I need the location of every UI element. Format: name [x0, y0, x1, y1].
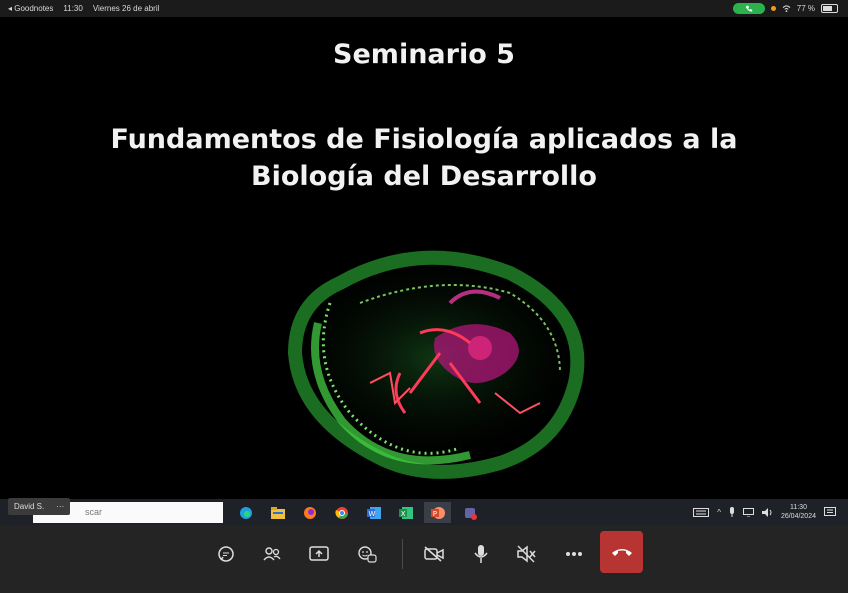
reactions-icon	[358, 546, 377, 563]
chrome-icon	[334, 506, 348, 519]
microphone-tray-icon[interactable]	[729, 507, 735, 517]
file-explorer-icon	[270, 506, 285, 519]
hang-up-icon	[611, 549, 632, 556]
ipad-status-bar: ◂ Goodnotes 11:30 Viernes 26 de abril 77…	[0, 0, 848, 17]
wifi-icon	[782, 5, 791, 12]
taskbar-powerpoint[interactable]: P	[424, 502, 451, 523]
more-icon	[566, 552, 582, 556]
back-to-app-link[interactable]: ◂ Goodnotes	[8, 4, 53, 13]
powerpoint-icon: P	[430, 506, 445, 519]
hang-up-button[interactable]	[600, 531, 643, 573]
participant-more-icon[interactable]: ···	[56, 502, 64, 511]
edge-icon	[239, 506, 252, 519]
taskbar-clock[interactable]: 11:30 26/04/2024	[781, 503, 816, 521]
slide-subtitle-line1: Fundamentos de Fisiología aplicados a la	[110, 124, 738, 155]
status-time: 11:30	[63, 4, 83, 13]
participants-button[interactable]	[258, 540, 286, 568]
reactions-button[interactable]	[353, 540, 381, 568]
chat-button[interactable]	[212, 540, 240, 568]
windows-search-text: scar	[85, 507, 103, 517]
svg-text:W: W	[368, 510, 375, 518]
chat-icon	[218, 546, 234, 562]
slide-subtitle: Fundamentos de Fisiología aplicados a la…	[0, 121, 848, 195]
network-icon[interactable]	[742, 507, 754, 517]
shared-screen: Seminario 5 Fundamentos de Fisiología ap…	[0, 17, 848, 499]
microphone-toggle-button[interactable]	[467, 540, 495, 568]
taskbar-firefox[interactable]	[296, 502, 323, 523]
camera-off-icon	[424, 546, 444, 562]
call-control-bar	[0, 525, 848, 593]
word-icon: W	[366, 506, 381, 519]
taskbar-excel[interactable]: X	[392, 502, 419, 523]
taskbar-edge[interactable]	[232, 502, 259, 523]
speaker-off-icon	[517, 545, 536, 563]
taskbar-clock-time: 11:30	[789, 504, 807, 511]
excel-icon: X	[398, 506, 413, 519]
windows-taskbar: scar W X P ^ 11:30 26/04/2024	[0, 499, 848, 525]
microphone-icon	[474, 545, 488, 563]
taskbar-file-explorer[interactable]	[264, 502, 291, 523]
participant-name-tag[interactable]: David S. ···	[8, 498, 70, 515]
notifications-icon[interactable]	[824, 506, 836, 518]
chevron-up-icon[interactable]: ^	[717, 508, 721, 517]
slide-subtitle-line2: Biología del Desarrollo	[251, 161, 597, 192]
speaker-toggle-button[interactable]	[513, 540, 541, 568]
teams-icon	[464, 507, 477, 520]
keyboard-icon[interactable]	[693, 507, 710, 517]
camera-toggle-button[interactable]	[420, 540, 448, 568]
taskbar-word[interactable]: W	[360, 502, 387, 523]
phone-icon	[745, 5, 752, 12]
active-call-indicator[interactable]	[732, 3, 765, 14]
battery-icon	[821, 4, 838, 13]
battery-percent: 77 %	[796, 4, 815, 13]
system-tray: ^ 11:30 26/04/2024	[693, 499, 836, 525]
volume-icon[interactable]	[761, 507, 773, 517]
svg-text:X: X	[400, 510, 405, 518]
embryo-image	[275, 246, 595, 479]
controls-divider	[402, 539, 403, 569]
svg-text:P: P	[432, 510, 436, 518]
slide-title: Seminario 5	[333, 39, 515, 70]
share-screen-button[interactable]	[305, 540, 333, 568]
people-icon	[263, 547, 281, 561]
taskbar-chrome[interactable]	[328, 502, 355, 523]
participant-name: David S.	[14, 502, 45, 511]
taskbar-teams[interactable]	[456, 502, 483, 523]
more-options-button[interactable]	[560, 540, 588, 568]
taskbar-clock-date: 26/04/2024	[780, 513, 816, 520]
recording-dot-icon	[770, 6, 776, 11]
status-date: Viernes 26 de abril	[92, 4, 160, 13]
firefox-icon	[303, 506, 316, 519]
share-screen-icon	[309, 546, 329, 561]
